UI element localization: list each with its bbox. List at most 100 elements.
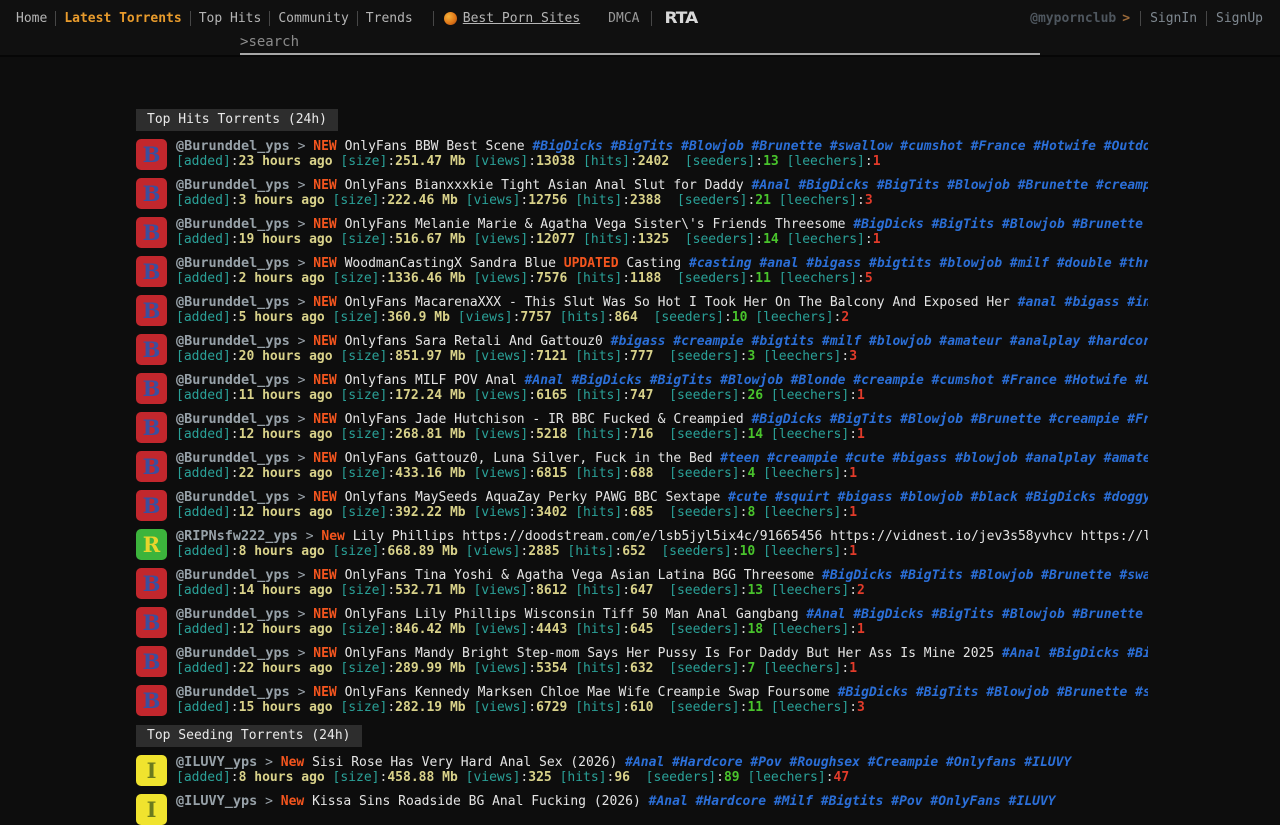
user-avatar[interactable]: B <box>136 256 167 287</box>
torrent-row[interactable]: B @Burunddel_yps > NEW OnlyFans Bianxxxk… <box>136 178 1148 209</box>
torrent-title[interactable]: Onlyfans MaySeeds AquaZay Perky PAWG BBC… <box>345 490 721 505</box>
torrent-tags[interactable]: #Anal #Hardcore #Milf #Bigtits #Pov #Onl… <box>649 794 1056 809</box>
dmca-link[interactable]: DMCA <box>608 11 639 26</box>
user-avatar[interactable]: B <box>136 607 167 638</box>
torrent-tags[interactable]: #BigDicks #BigTits #Blowjob #Brunette #s… <box>853 217 1148 232</box>
username-link[interactable]: @Burunddel_yps <box>176 295 290 310</box>
torrent-row[interactable]: R @RIPNsfw222_yps > New Lily Phillips ht… <box>136 529 1148 560</box>
torrent-row[interactable]: B @Burunddel_yps > NEW OnlyFans Jade Hut… <box>136 412 1148 443</box>
torrent-title[interactable]: OnlyFans BBW Best Scene <box>345 139 525 154</box>
torrent-row[interactable]: B @Burunddel_yps > NEW Onlyfans MaySeeds… <box>136 490 1148 521</box>
torrent-row[interactable]: I @ILUVY_yps > New Kissa Sins Roadside B… <box>136 794 1148 825</box>
account-link[interactable]: @mypornclub <box>1030 11 1122 26</box>
user-avatar[interactable]: R <box>136 529 167 560</box>
torrent-title[interactable]: OnlyFans Tina Yoshi & Agatha Vega Asian … <box>345 568 815 583</box>
user-avatar[interactable]: B <box>136 412 167 443</box>
nav-item-trends[interactable]: Trends <box>358 11 421 26</box>
username-link[interactable]: @Burunddel_yps <box>176 646 290 661</box>
torrent-tags[interactable]: #Anal #BigDicks #BigTits #Blowjob #Brune… <box>752 178 1148 193</box>
torrent-tags[interactable]: #BigDicks #BigTits #Blowjob #Brunette #c… <box>752 412 1148 427</box>
user-avatar[interactable]: B <box>136 295 167 326</box>
torrent-row[interactable]: B @Burunddel_yps > NEW OnlyFans Tina Yos… <box>136 568 1148 599</box>
torrent-title[interactable]: Sisi Rose Has Very Hard Anal Sex (2026) <box>312 755 617 770</box>
torrent-row[interactable]: B @Burunddel_yps > NEW OnlyFans Melanie … <box>136 217 1148 248</box>
signup-link[interactable]: SignUp <box>1207 11 1272 26</box>
username-link[interactable]: @Burunddel_yps <box>176 607 290 622</box>
user-avatar[interactable]: B <box>136 451 167 482</box>
torrent-tags[interactable]: #Anal #Hardcore #Pov #Roughsex #Creampie… <box>625 755 1071 770</box>
torrent-title[interactable]: OnlyFans Bianxxxkie Tight Asian Anal Slu… <box>345 178 744 193</box>
nav-item-home[interactable]: Home <box>8 11 55 26</box>
torrent-title[interactable]: OnlyFans Lily Phillips Wisconsin Tiff 50… <box>345 607 799 622</box>
user-avatar[interactable]: B <box>136 217 167 248</box>
user-avatar[interactable]: B <box>136 139 167 170</box>
nav-item-top-hits[interactable]: Top Hits <box>191 11 270 26</box>
torrent-row[interactable]: B @Burunddel_yps > NEW OnlyFans BBW Best… <box>136 139 1148 170</box>
torrent-title[interactable]: OnlyFans Gattouz0, Luna Silver, Fuck in … <box>345 451 713 466</box>
username-link[interactable]: @Burunddel_yps <box>176 685 290 700</box>
username-link[interactable]: @RIPNsfw222_yps <box>176 529 298 544</box>
username-link[interactable]: @Burunddel_yps <box>176 373 290 388</box>
torrent-tags[interactable]: #casting #anal #bigass #bigtits #blowjob… <box>689 256 1148 271</box>
torrent-row[interactable]: B @Burunddel_yps > NEW OnlyFans Mandy Br… <box>136 646 1148 677</box>
torrent-row[interactable]: B @Burunddel_yps > NEW OnlyFans Macarena… <box>136 295 1148 326</box>
username-link[interactable]: @Burunddel_yps <box>176 568 290 583</box>
best-porn-sites-link[interactable]: Best Porn Sites <box>444 11 580 26</box>
torrent-title[interactable]: OnlyFans Mandy Bright Step-mom Says Her … <box>345 646 995 661</box>
torrent-tags[interactable]: #BigDicks #BigTits #Blowjob #Brunette #s… <box>838 685 1148 700</box>
user-avatar[interactable]: B <box>136 685 167 716</box>
username-link[interactable]: @Burunddel_yps <box>176 139 290 154</box>
torrent-tags[interactable]: #BigDicks #BigTits #Blowjob #Brunette #s… <box>532 139 1148 154</box>
user-avatar[interactable]: I <box>136 794 167 825</box>
torrent-tags[interactable]: #cute #squirt #bigass #blowjob #black #B… <box>728 490 1148 505</box>
torrent-title[interactable]: WoodmanCastingX Sandra Blue <box>345 256 556 271</box>
torrent-title[interactable]: OnlyFans Kennedy Marksen Chloe Mae Wife … <box>345 685 830 700</box>
torrent-row[interactable]: B @Burunddel_yps > NEW OnlyFans Lily Phi… <box>136 607 1148 638</box>
user-avatar[interactable]: B <box>136 334 167 365</box>
stat-colon: : <box>614 544 622 559</box>
torrent-title[interactable]: Lily Phillips https://doodstream.com/e/l… <box>353 529 1148 544</box>
user-avatar[interactable]: B <box>136 373 167 404</box>
torrent-tags[interactable]: #Anal #BigDicks #BigTits #Blowjob #Blond… <box>525 373 1148 388</box>
torrent-title[interactable]: OnlyFans Melanie Marie & Agatha Vega Sis… <box>345 217 846 232</box>
signin-link[interactable]: SignIn <box>1141 11 1206 26</box>
torrent-tags[interactable]: #teen #creampie #cute #bigass #blowjob #… <box>720 451 1148 466</box>
torrent-row[interactable]: B @Burunddel_yps > NEW Onlyfans Sara Ret… <box>136 334 1148 365</box>
username-link[interactable]: @Burunddel_yps <box>176 451 290 466</box>
torrent-row[interactable]: B @Burunddel_yps > NEW WoodmanCastingX S… <box>136 256 1148 287</box>
nav-item-community[interactable]: Community <box>270 11 356 26</box>
user-avatar[interactable]: B <box>136 646 167 677</box>
user-avatar[interactable]: B <box>136 178 167 209</box>
torrent-title[interactable]: OnlyFans Jade Hutchison - IR BBC Fucked … <box>345 412 744 427</box>
username-link[interactable]: @Burunddel_yps <box>176 412 290 427</box>
torrent-title[interactable]: Casting <box>626 256 681 271</box>
torrent-title[interactable]: Onlyfans MILF POV Anal <box>345 373 517 388</box>
torrent-tags[interactable]: #Anal #BigDicks #BigTits #Blowjob #Brune… <box>806 607 1148 622</box>
search-input[interactable] <box>248 34 1040 50</box>
username-link[interactable]: @Burunddel_yps <box>176 178 290 193</box>
stat-label-hits: [hits] <box>575 427 622 442</box>
username-link[interactable]: @ILUVY_yps <box>176 755 257 770</box>
torrent-row[interactable]: B @Burunddel_yps > NEW Onlyfans MILF POV… <box>136 373 1148 404</box>
user-avatar[interactable]: I <box>136 755 167 786</box>
torrent-row[interactable]: B @Burunddel_yps > NEW OnlyFans Gattouz0… <box>136 451 1148 482</box>
username-link[interactable]: @Burunddel_yps <box>176 256 290 271</box>
torrent-title[interactable]: Onlyfans Sara Retali And Gattouz0 <box>345 334 603 349</box>
torrent-title[interactable]: Kissa Sins Roadside BG Anal Fucking (202… <box>312 794 641 809</box>
torrent-row[interactable]: I @ILUVY_yps > New Sisi Rose Has Very Ha… <box>136 755 1148 786</box>
user-avatar[interactable]: B <box>136 490 167 521</box>
nav-item-latest-torrents[interactable]: Latest Torrents <box>56 11 189 26</box>
torrent-tags[interactable]: #BigDicks #BigTits #Blowjob #Brunette #s… <box>822 568 1148 583</box>
stat-value-views: 7757 <box>520 310 551 325</box>
torrent-tags[interactable]: #Anal #BigDicks #BigTits … <box>1002 646 1148 661</box>
torrent-tags[interactable]: #anal #bigass #interrac… <box>1018 295 1148 310</box>
user-avatar[interactable]: B <box>136 568 167 599</box>
username-link[interactable]: @Burunddel_yps <box>176 334 290 349</box>
username-link[interactable]: @Burunddel_yps <box>176 217 290 232</box>
torrent-title[interactable]: OnlyFans MacarenaXXX - This Slut Was So … <box>345 295 1010 310</box>
chevron-right-icon[interactable]: > <box>1122 11 1140 26</box>
torrent-row[interactable]: B @Burunddel_yps > NEW OnlyFans Kennedy … <box>136 685 1148 716</box>
username-link[interactable]: @ILUVY_yps <box>176 794 257 809</box>
username-link[interactable]: @Burunddel_yps <box>176 490 290 505</box>
torrent-tags[interactable]: #bigass #creampie #bigtits #milf #blowjo… <box>611 334 1148 349</box>
